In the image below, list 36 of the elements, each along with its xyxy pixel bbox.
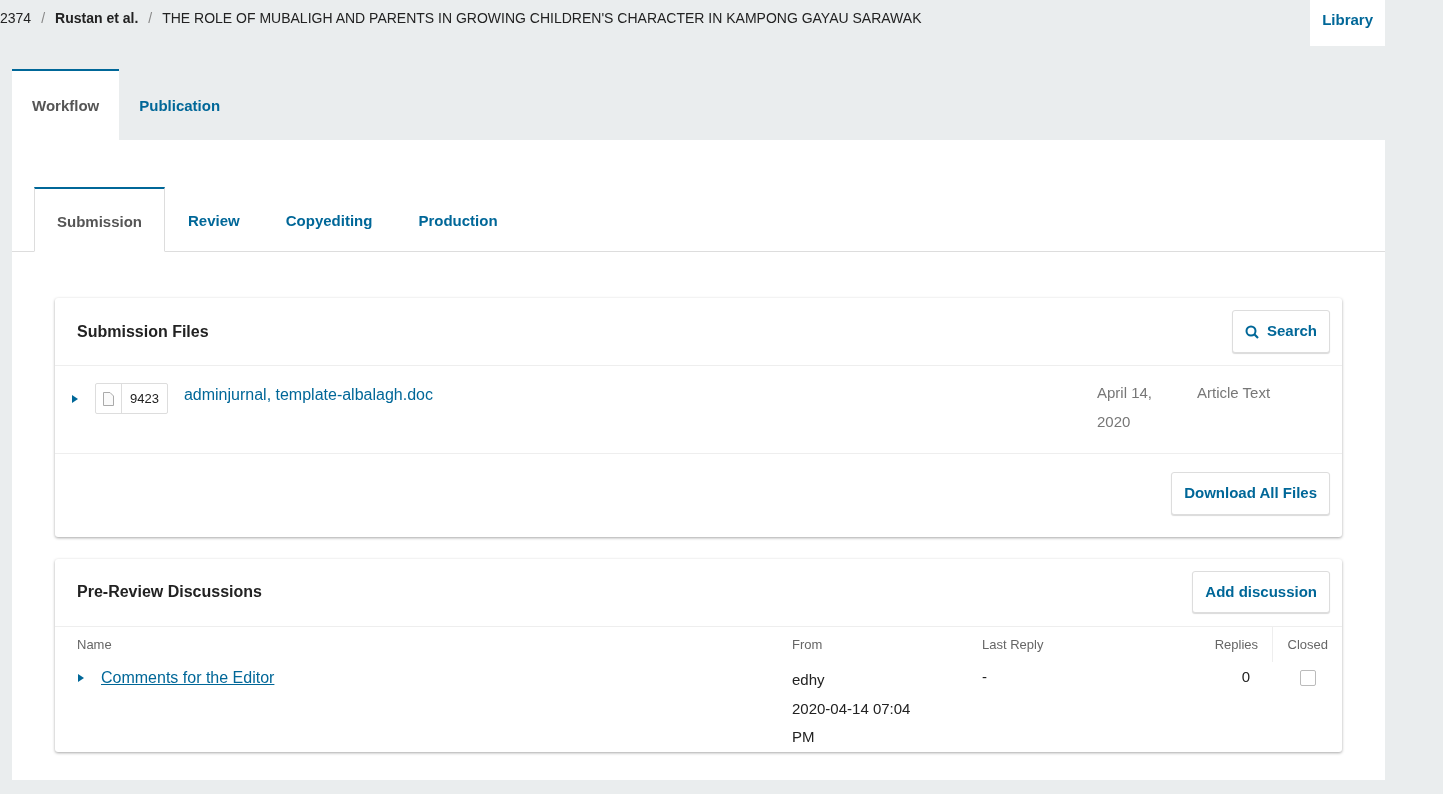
- column-header: Closed: [1272, 626, 1342, 662]
- column-header: Replies: [1213, 635, 1259, 654]
- breadcrumb-separator: /: [41, 9, 46, 28]
- tab[interactable]: Publication: [119, 69, 241, 140]
- column-header: Name: [77, 635, 113, 654]
- library-button[interactable]: Library: [1310, 0, 1385, 46]
- file-badge: 9423: [95, 383, 168, 414]
- reply-date: 2020-04-14 07:04 PM: [792, 698, 912, 747]
- breadcrumb-separator: /: [148, 9, 153, 28]
- breadcrumb-id: 2374: [0, 9, 32, 28]
- tab[interactable]: Copyediting: [262, 186, 396, 252]
- tab[interactable]: Review: [165, 186, 263, 252]
- file-link[interactable]: adminjurnal, template-albalagh.doc: [183, 383, 433, 407]
- card-title: Submission Files: [77, 321, 209, 342]
- last-reply-cell-text: -: [982, 667, 988, 687]
- tab[interactable]: Production: [395, 186, 521, 252]
- search-icon: [1244, 324, 1259, 339]
- closed-checkbox[interactable]: [1300, 670, 1316, 686]
- file-date: April 14, 2020: [1097, 383, 1154, 432]
- document-icon: [103, 392, 114, 407]
- reply-count: 0: [1241, 667, 1250, 687]
- discussion-link[interactable]: Comments for the Editor: [101, 666, 275, 690]
- download-all-button[interactable]: Download All Files: [1171, 472, 1330, 515]
- expand-icon[interactable]: [77, 673, 85, 683]
- search-button[interactable]: Search: [1231, 310, 1330, 353]
- breadcrumb-authors: Rustan et al.: [55, 9, 139, 28]
- submission-title: THE ROLE OF MUBALIGH AND PARENTS IN GROWING CHILDREN'S CHARACTER IN KAMPONG GAYAU SARAWAK: [162, 9, 922, 28]
- card-title: Pre-Review Discussions: [77, 582, 262, 602]
- author-name: edhy: [792, 670, 826, 690]
- add-discussion-button[interactable]: Add discussion: [1192, 570, 1330, 614]
- file-type: Article Text: [1197, 383, 1272, 403]
- tab[interactable]: Submission: [34, 186, 165, 252]
- column-header: From: [792, 635, 824, 654]
- expand-icon[interactable]: [71, 394, 79, 405]
- tab[interactable]: Workflow: [12, 69, 120, 140]
- column-header: Last Reply: [982, 635, 1045, 654]
